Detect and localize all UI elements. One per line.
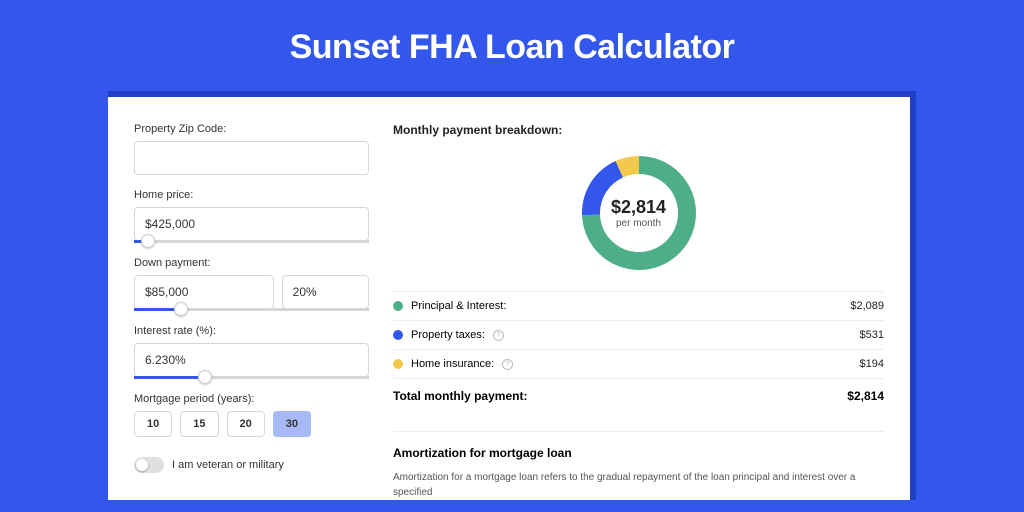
period-option-10[interactable]: 10 xyxy=(134,411,172,437)
donut-center: $2,814 per month xyxy=(579,153,699,273)
legend-row-taxes: Property taxes: ? $531 xyxy=(393,320,884,349)
period-option-15[interactable]: 15 xyxy=(180,411,218,437)
veteran-toggle[interactable] xyxy=(134,457,164,473)
calculator-card: Property Zip Code: Home price: Down paym… xyxy=(108,97,910,500)
interest-group: Interest rate (%): xyxy=(134,325,369,379)
page-title: Sunset FHA Loan Calculator xyxy=(0,0,1024,91)
period-option-20[interactable]: 20 xyxy=(227,411,265,437)
donut-chart-wrap: $2,814 per month xyxy=(393,147,884,291)
amortization-section: Amortization for mortgage loan Amortizat… xyxy=(393,431,884,500)
veteran-row: I am veteran or military xyxy=(134,457,369,473)
donut-sub: per month xyxy=(616,218,661,229)
total-label: Total monthly payment: xyxy=(393,389,527,403)
legend-label: Property taxes: xyxy=(411,329,485,341)
interest-slider[interactable] xyxy=(134,376,369,379)
home-price-input[interactable] xyxy=(134,207,369,241)
legend-value: $194 xyxy=(860,358,884,370)
down-payment-slider[interactable] xyxy=(134,308,369,311)
down-payment-label: Down payment: xyxy=(134,257,369,269)
card-shadow: Property Zip Code: Home price: Down paym… xyxy=(108,91,916,500)
total-row: Total monthly payment: $2,814 xyxy=(393,378,884,413)
breakdown-heading: Monthly payment breakdown: xyxy=(393,123,884,137)
down-payment-group: Down payment: xyxy=(134,257,369,311)
legend-value: $2,089 xyxy=(850,300,884,312)
zip-group: Property Zip Code: xyxy=(134,123,369,175)
dot-icon xyxy=(393,359,403,369)
home-price-slider[interactable] xyxy=(134,240,369,243)
slider-fill xyxy=(134,376,205,379)
veteran-label: I am veteran or military xyxy=(172,459,284,471)
period-group: Mortgage period (years): 10 15 20 30 xyxy=(134,393,369,437)
period-option-30[interactable]: 30 xyxy=(273,411,311,437)
dot-icon xyxy=(393,301,403,311)
down-payment-amount-input[interactable] xyxy=(134,275,274,309)
legend-label: Home insurance: xyxy=(411,358,494,370)
form-panel: Property Zip Code: Home price: Down paym… xyxy=(134,123,369,500)
slider-thumb[interactable] xyxy=(198,370,212,384)
down-payment-pct-input[interactable] xyxy=(282,275,369,309)
amortization-text: Amortization for a mortgage loan refers … xyxy=(393,470,884,500)
info-icon[interactable]: ? xyxy=(493,330,504,341)
home-price-label: Home price: xyxy=(134,189,369,201)
legend-row-insurance: Home insurance: ? $194 xyxy=(393,349,884,378)
legend-value: $531 xyxy=(860,329,884,341)
interest-input[interactable] xyxy=(134,343,369,377)
legend-label: Principal & Interest: xyxy=(411,300,506,312)
slider-thumb[interactable] xyxy=(141,234,155,248)
slider-thumb[interactable] xyxy=(174,302,188,316)
period-label: Mortgage period (years): xyxy=(134,393,369,405)
home-price-group: Home price: xyxy=(134,189,369,243)
interest-label: Interest rate (%): xyxy=(134,325,369,337)
zip-label: Property Zip Code: xyxy=(134,123,369,135)
info-icon[interactable]: ? xyxy=(502,359,513,370)
amortization-heading: Amortization for mortgage loan xyxy=(393,446,884,460)
breakdown-panel: Monthly payment breakdown: $2,814 per mo… xyxy=(393,123,884,500)
donut-chart: $2,814 per month xyxy=(579,153,699,273)
dot-icon xyxy=(393,330,403,340)
zip-input[interactable] xyxy=(134,141,369,175)
period-pills: 10 15 20 30 xyxy=(134,411,369,437)
total-value: $2,814 xyxy=(847,389,884,403)
donut-value: $2,814 xyxy=(611,197,666,218)
legend-row-principal: Principal & Interest: $2,089 xyxy=(393,291,884,320)
